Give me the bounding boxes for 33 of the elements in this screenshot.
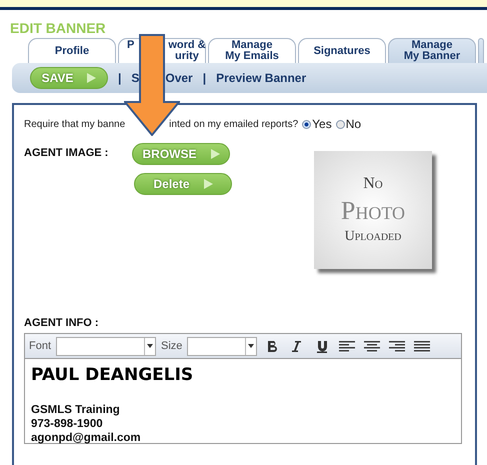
play-icon [210,149,220,159]
tab[interactable]: Signatures [298,38,386,63]
tab[interactable]: Manage My Emails [208,38,296,63]
play-icon [87,73,96,83]
question-text: inted on my emailed reports? [169,118,298,130]
section-title: EDIT BANNER [10,20,107,36]
tab[interactable]: Manage My Banner [388,38,476,63]
rich-text-editor[interactable]: Font Size PAUL DEANGELIS GSMLS Training 973-898-1900 agonpd@gmail.com [24,333,462,444]
preview-link[interactable]: Preview Banner [216,71,306,85]
align-right-icon[interactable] [387,339,408,353]
question-text: Require that my banne [24,118,126,130]
agent-image-label: AGENT IMAGE : [24,146,110,161]
tab[interactable]: Profile [28,38,116,63]
link-text[interactable]: S [131,71,140,85]
align-center-icon[interactable] [362,339,382,353]
play-icon [204,179,213,189]
radio-option[interactable]: Yes [302,117,332,131]
justify-icon[interactable] [412,339,432,353]
agent-name: PAUL DEANGELIS [31,365,194,385]
agent-detail: GSMLS Training [31,403,121,417]
font-label: Font [29,340,52,352]
size-label: Size [161,340,182,352]
agent-detail: agonpd@gmail.com [31,431,142,445]
photo-frame: No Photo Uploaded [314,151,432,269]
separator: | [202,71,206,85]
align-left-icon[interactable] [337,339,358,353]
radio-option[interactable]: No [336,117,362,131]
caret-icon [147,344,154,348]
agent-detail: 973-898-1900 [31,417,104,431]
link-text[interactable]: Over [165,71,193,85]
separator: | [118,71,122,85]
caret-icon [248,344,254,348]
agent-info-label: AGENT INFO : [24,317,100,329]
